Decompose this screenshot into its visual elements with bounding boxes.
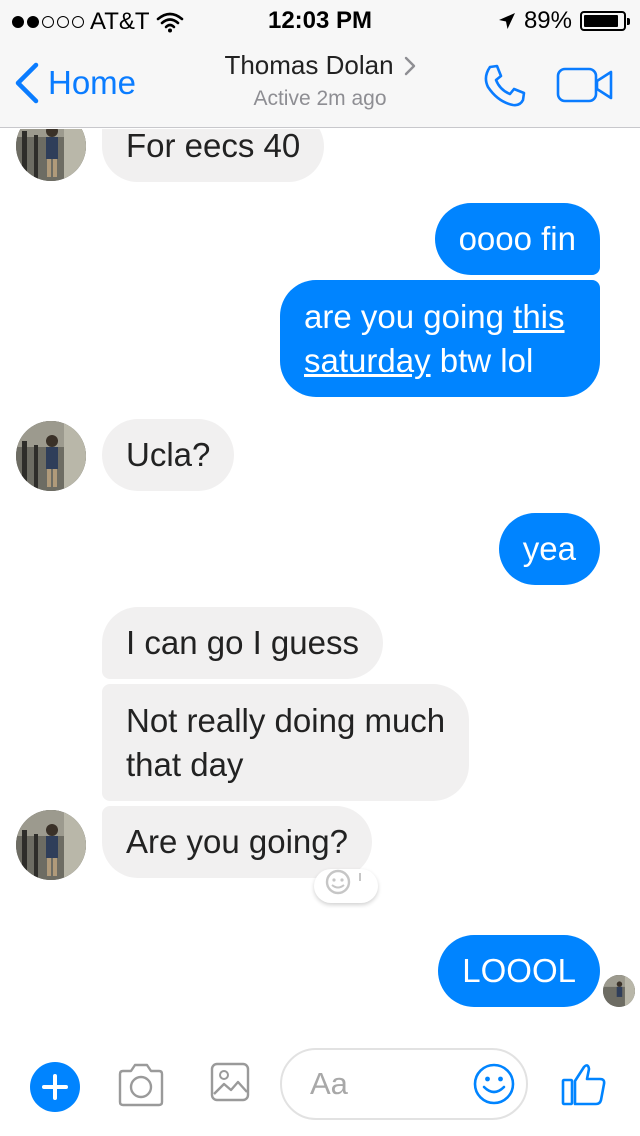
composer-bar bbox=[0, 1026, 640, 1136]
message-text-line: Not really doing much bbox=[126, 702, 446, 739]
message-bubble-incoming[interactable]: Are you going? bbox=[102, 806, 372, 878]
avatar[interactable] bbox=[16, 810, 86, 880]
message-text-part: are you going bbox=[304, 298, 514, 335]
status-right: 89% bbox=[498, 7, 630, 35]
contact-active-status: Active 2m ago bbox=[253, 87, 387, 110]
message-text: Ucla? bbox=[126, 436, 211, 473]
chevron-right-icon bbox=[404, 56, 415, 75]
emoji-icon[interactable] bbox=[472, 1062, 516, 1106]
contact-name-row: Thomas Dolan bbox=[224, 50, 415, 81]
contact-info[interactable]: Thomas Dolan Active 2m ago bbox=[0, 50, 640, 111]
message-text: For eecs 40 bbox=[126, 129, 301, 164]
avatar-photo bbox=[16, 421, 86, 491]
thumbs-up-icon[interactable] bbox=[560, 1060, 608, 1108]
battery-icon bbox=[580, 11, 630, 31]
camera-icon[interactable] bbox=[116, 1062, 166, 1108]
message-text: LOOOL bbox=[462, 952, 576, 989]
avatar-photo bbox=[16, 129, 86, 181]
avatar-photo bbox=[16, 810, 86, 880]
message-bubble-outgoing[interactable]: LOOOL bbox=[438, 935, 600, 1007]
message-text: oooo fin bbox=[458, 220, 576, 257]
message-bubble-incoming[interactable]: Not really doing much that day bbox=[102, 684, 470, 801]
seen-avatar bbox=[603, 975, 635, 1007]
image-icon[interactable] bbox=[210, 1062, 250, 1102]
message-text-part: btw lol bbox=[430, 342, 534, 379]
battery-percent: 89% bbox=[523, 7, 572, 34]
message-bubble-outgoing[interactable]: yea bbox=[498, 513, 600, 585]
reaction-button[interactable] bbox=[314, 869, 378, 903]
battery-fill bbox=[584, 15, 618, 27]
message-bubble-incoming[interactable]: I can go I guess bbox=[102, 607, 383, 679]
phone-icon[interactable] bbox=[480, 62, 528, 110]
message-bubble-incoming[interactable]: For eecs 40 bbox=[102, 129, 325, 182]
message-bubble-incoming[interactable]: Ucla? bbox=[102, 419, 235, 491]
location-arrow-icon bbox=[498, 13, 515, 29]
contact-name: Thomas Dolan bbox=[224, 50, 394, 80]
seen-avatar-photo bbox=[603, 975, 635, 1007]
status-bar: AT&T 12:03 PM 89% bbox=[0, 0, 640, 40]
add-reaction-icon bbox=[325, 869, 361, 895]
message-text-line: that day bbox=[126, 746, 244, 783]
message-input[interactable] bbox=[310, 1064, 470, 1104]
avatar[interactable] bbox=[16, 421, 86, 491]
message-text: Are you going? bbox=[126, 823, 348, 860]
date-link[interactable]: saturday bbox=[304, 342, 431, 379]
plus-icon[interactable] bbox=[30, 1062, 80, 1112]
message-bubble-outgoing[interactable]: oooo fin bbox=[434, 203, 600, 275]
video-camera-icon[interactable] bbox=[556, 66, 614, 104]
message-bubble-outgoing[interactable]: are you going this saturday btw lol bbox=[280, 280, 600, 397]
message-list[interactable]: For eecs 40 oooo fin are you going this s… bbox=[0, 129, 640, 1026]
message-text: I can go I guess bbox=[126, 624, 359, 661]
conversation-header: Home Thomas Dolan Active 2m ago bbox=[0, 40, 640, 128]
date-link[interactable]: this bbox=[513, 298, 564, 335]
avatar[interactable] bbox=[16, 129, 86, 181]
message-text: yea bbox=[522, 530, 576, 567]
message-input-field[interactable] bbox=[280, 1048, 528, 1120]
